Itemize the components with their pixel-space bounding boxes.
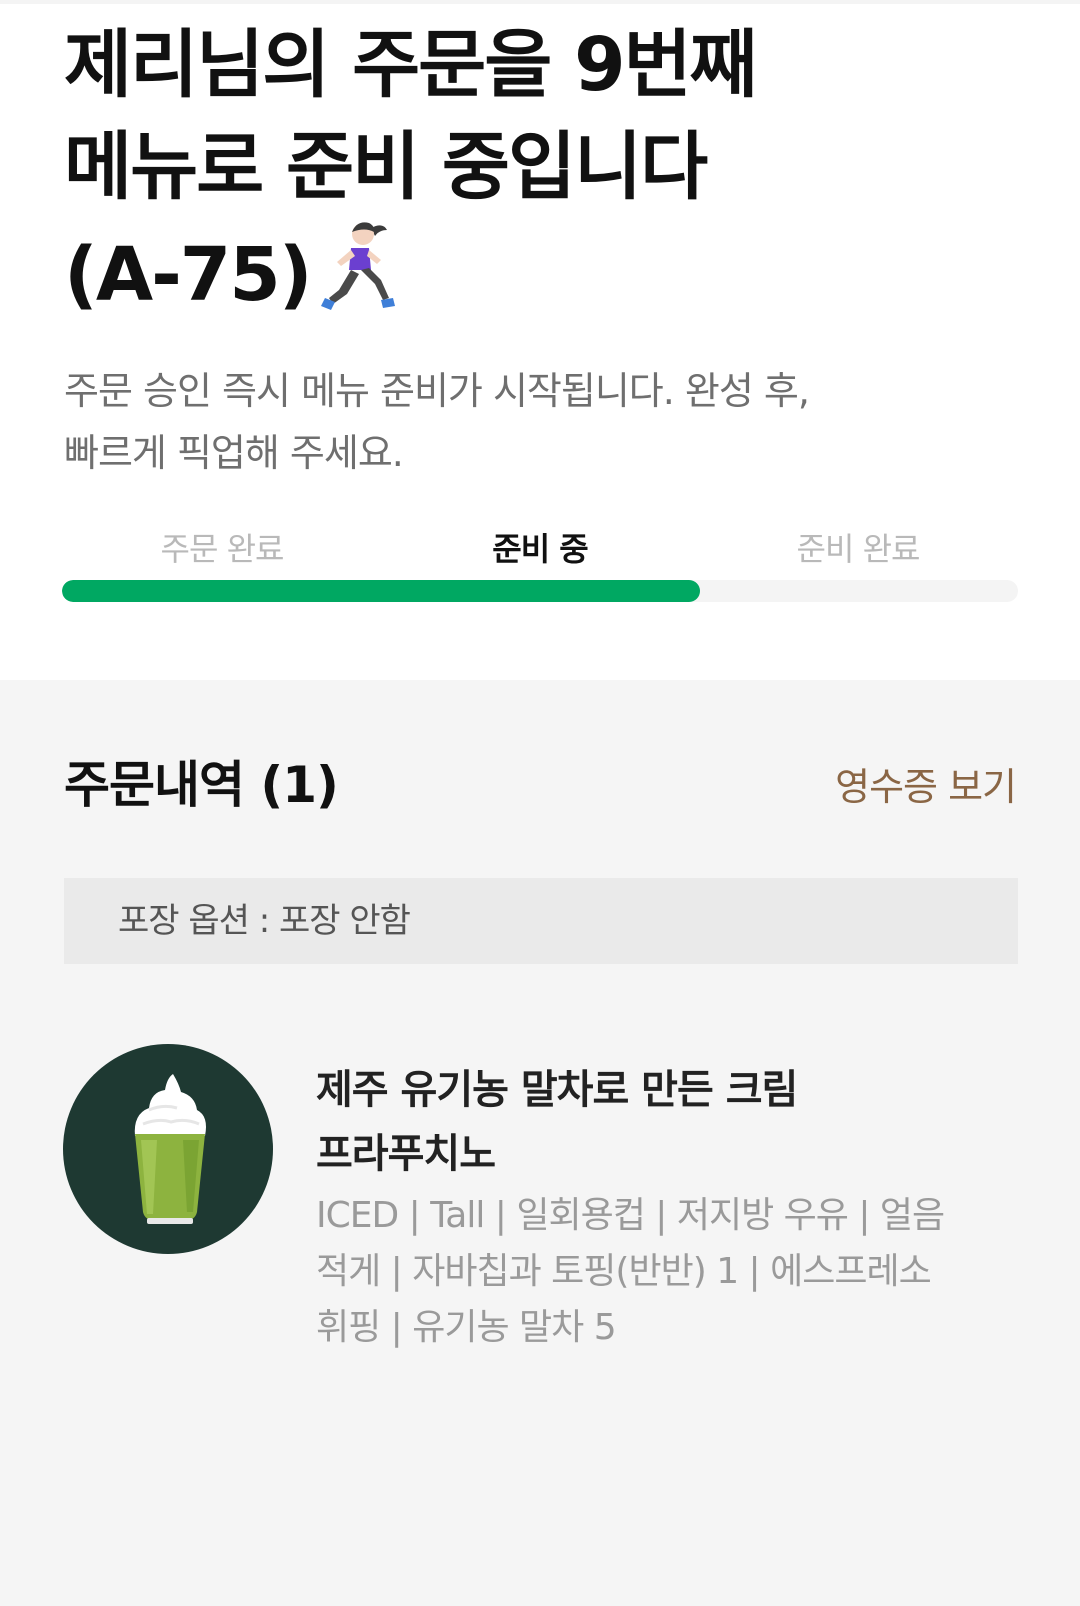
title-line-3: (A-75) (64, 218, 1024, 326)
progress-steps: 주문 완료 준비 중 준비 완료 (62, 524, 1018, 574)
item-options-line-3: 휘핑 | 유기농 말차 5 (316, 1307, 617, 1348)
progress-bar (62, 580, 1018, 602)
packaging-option-bar: 포장 옵션 : 포장 안함 (64, 878, 1018, 964)
item-options-line-2: 적게 | 자바칩과 토핑(반반) 1 | 에스프레소 (316, 1251, 932, 1292)
item-name-line-2: 프라푸치노 (316, 1131, 496, 1177)
subtitle-line-1: 주문 승인 즉시 메뉴 준비가 시작됩니다. 완성 후, (64, 369, 810, 413)
title-line-2: 메뉴로 준비 중입니다 (64, 124, 708, 210)
step-ready: 준비 완료 (796, 530, 921, 568)
order-number: (A-75) (64, 232, 313, 318)
status-description: 주문 승인 즉시 메뉴 준비가 시작됩니다. 완성 후, 빠르게 픽업해 주세요… (64, 360, 1024, 484)
page-title: 제리님의 주문을 9번째 메뉴로 준비 중입니다 (A-75) (64, 14, 1024, 326)
subtitle-line-2: 빠르게 픽업해 주세요. (64, 431, 404, 475)
item-name-line-1: 제주 유기농 말차로 만든 크림 (316, 1067, 798, 1113)
order-history-title: 주문내역 (1) (64, 756, 339, 814)
top-edge (0, 0, 1080, 4)
step-preparing: 준비 중 (492, 530, 588, 568)
order-status-header: 제리님의 주문을 9번째 메뉴로 준비 중입니다 (A-75) 주문 승인 즉시… (0, 0, 1080, 680)
item-name: 제주 유기농 말차로 만든 크림 프라푸치노 (316, 1058, 956, 1186)
order-details: 주문내역 (1) 영수증 보기 포장 옵션 : 포장 안함 제주 유기농 말차로… (0, 680, 1080, 1606)
progress-bar-fill (62, 580, 700, 602)
step-order-complete: 주문 완료 (160, 530, 285, 568)
view-receipt-link[interactable]: 영수증 보기 (835, 762, 1017, 812)
packaging-option-text: 포장 옵션 : 포장 안함 (118, 901, 411, 941)
matcha-frappuccino-image (63, 1044, 273, 1254)
woman-running-icon (317, 218, 399, 314)
item-options: ICED | Tall | 일회용컵 | 저지방 우유 | 얼음 적게 | 자바… (316, 1188, 976, 1356)
item-options-line-1: ICED | Tall | 일회용컵 | 저지방 우유 | 얼음 (316, 1195, 945, 1236)
title-line-1: 제리님의 주문을 9번째 (64, 22, 758, 108)
